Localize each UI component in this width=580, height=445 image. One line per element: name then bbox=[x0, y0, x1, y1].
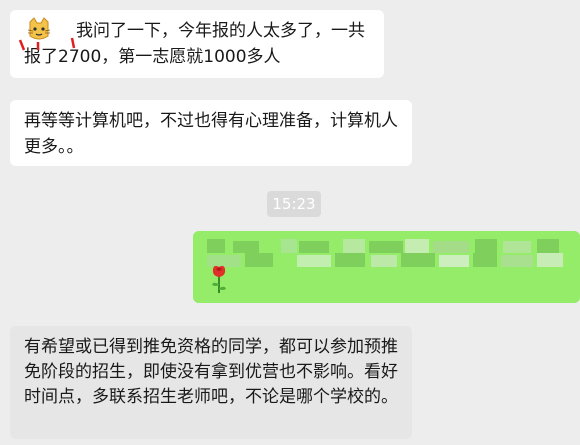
message-text: 有希望或已得到推免资格的同学，都可以参加预推免阶段的招生，即使没有拿到优营也不影… bbox=[24, 337, 398, 407]
message-bubble-incoming[interactable]: 我问了一下，今年报的人太多了，一共报了2700，第一志愿就1000多人 bbox=[10, 10, 384, 78]
redaction-mosaic bbox=[193, 231, 580, 303]
timestamp-label: 15:23 bbox=[267, 191, 321, 217]
cat-face-emoji bbox=[26, 16, 52, 42]
message-bubble-incoming[interactable]: 有希望或已得到推免资格的同学，都可以参加预推免阶段的招生，即使没有拿到优营也不影… bbox=[10, 326, 412, 439]
message-bubble-incoming[interactable]: 再等等计算机吧，不过也得有心理准备，计算机人更多。。 bbox=[10, 100, 412, 166]
message-text: 再等等计算机吧，不过也得有心理准备，计算机人更多。。 bbox=[24, 111, 398, 157]
message-bubble-outgoing-redacted[interactable] bbox=[193, 231, 580, 303]
rose-emoji bbox=[208, 264, 230, 298]
